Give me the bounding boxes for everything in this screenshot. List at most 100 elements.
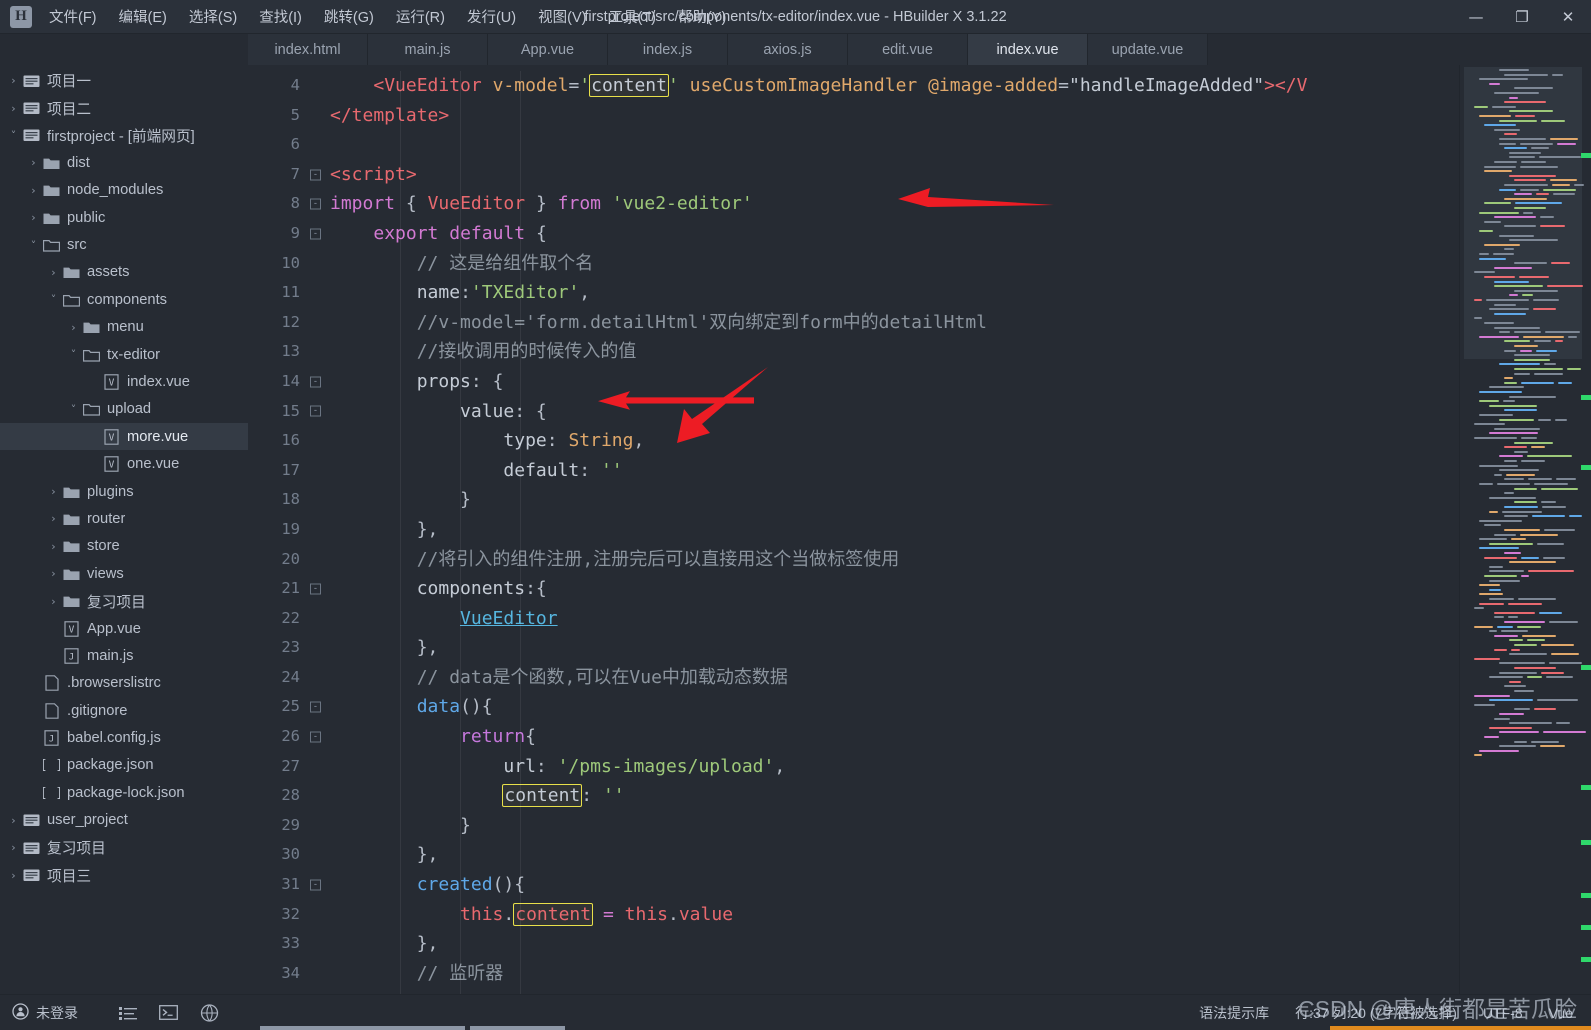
terminal-icon[interactable] (159, 1003, 178, 1022)
tree-item-.gitignore[interactable]: .gitignore (0, 697, 248, 724)
tree-item-store[interactable]: › store (0, 533, 248, 560)
chevron-right-icon[interactable]: › (6, 74, 21, 87)
tree-item-src[interactable]: ˅ src (0, 231, 248, 258)
tree-item-[interactable]: › 项目三 (0, 861, 248, 888)
chevron-right-icon[interactable]: › (46, 567, 61, 580)
code-line[interactable]: default: '' (330, 456, 1459, 486)
chevron-down-icon[interactable]: ˅ (66, 348, 81, 361)
chevron-right-icon[interactable]: › (46, 595, 61, 608)
tree-item-main.js[interactable]: Jmain.js (0, 642, 248, 669)
chevron-right-icon[interactable]: › (46, 485, 61, 498)
chevron-right-icon[interactable]: › (6, 869, 21, 882)
tab-update-vue[interactable]: update.vue (1088, 34, 1208, 65)
tree-item-[interactable]: › 复习项目 (0, 834, 248, 861)
chevron-right-icon[interactable]: › (6, 814, 21, 827)
chevron-right-icon[interactable]: › (6, 841, 21, 854)
chevron-right-icon[interactable]: › (66, 321, 81, 334)
code-line[interactable]: this.content = this.value (330, 900, 1459, 930)
project-explorer[interactable]: › 项目一 › 项目二 ˅ firstproject - [前端网页] › dist › node… (0, 65, 248, 994)
tree-item-package.json[interactable]: [ ] package.json (0, 752, 248, 779)
encoding-label[interactable]: UTF-8 (1483, 1005, 1523, 1021)
menu-goto[interactable]: 跳转(G) (313, 2, 385, 31)
code-line[interactable]: VueEditor (330, 604, 1459, 634)
login-status[interactable]: 未登录 (12, 1002, 78, 1023)
tree-item-plugins[interactable]: › plugins (0, 478, 248, 505)
chevron-right-icon[interactable]: › (26, 211, 41, 224)
chevron-right-icon[interactable]: › (6, 102, 21, 115)
code-content[interactable]: <VueEditor v-model='content' useCustomIm… (304, 65, 1459, 994)
tree-item-[interactable]: › 项目一 (0, 67, 248, 94)
code-line[interactable]: //接收调用的时候传入的值 (330, 337, 1459, 367)
chevron-right-icon[interactable]: › (46, 512, 61, 525)
code-line[interactable]: // 监听器 (330, 959, 1459, 989)
code-line[interactable]: }, (330, 929, 1459, 959)
tree-item-views[interactable]: › views (0, 560, 248, 587)
tab-index-vue[interactable]: index.vue (968, 34, 1088, 65)
code-line[interactable]: import { VueEditor } from 'vue2-editor' (330, 189, 1459, 219)
menu-select[interactable]: 选择(S) (178, 2, 248, 31)
tree-item-components[interactable]: ˅ components (0, 286, 248, 313)
code-line[interactable]: }, (330, 840, 1459, 870)
tree-item-one.vue[interactable]: Vone.vue (0, 450, 248, 477)
menu-publish[interactable]: 发行(U) (456, 2, 527, 31)
tree-item-babel.config.js[interactable]: Jbabel.config.js (0, 724, 248, 751)
menu-file[interactable]: 文件(F) (38, 2, 108, 31)
tree-item-router[interactable]: › router (0, 505, 248, 532)
tree-item-node_modules[interactable]: › node_modules (0, 177, 248, 204)
code-editor[interactable]: 4 5 6 7-8-9- 10 11 12 13 14-15- 16 17 18 19 20 21- 22 23… (248, 65, 1591, 994)
code-minimap[interactable] (1459, 65, 1591, 994)
tree-item-menu[interactable]: › menu (0, 314, 248, 341)
chevron-right-icon[interactable]: › (46, 540, 61, 553)
code-line[interactable]: content: '' (330, 781, 1459, 811)
tree-item-user_project[interactable]: › user_project (0, 807, 248, 834)
code-line[interactable]: value: { (330, 397, 1459, 427)
tree-item-.browserslistrc[interactable]: .browserslistrc (0, 670, 248, 697)
cursor-position-label[interactable]: 行:37 列:20 (7字符被选择) (1295, 1003, 1457, 1023)
outline-list-icon[interactable] (118, 1003, 137, 1022)
tree-item-dist[interactable]: › dist (0, 149, 248, 176)
code-line[interactable]: name:'TXEditor', (330, 278, 1459, 308)
code-line[interactable]: }, (330, 633, 1459, 663)
menu-edit[interactable]: 编辑(E) (108, 2, 178, 31)
menu-tools[interactable]: 工具(T) (597, 2, 667, 31)
code-line[interactable]: props: { (330, 367, 1459, 397)
browser-preview-icon[interactable] (200, 1003, 219, 1022)
tree-item-firstproject-[interactable]: ˅ firstproject - [前端网页] (0, 122, 248, 149)
tree-item-index.vue[interactable]: Vindex.vue (0, 368, 248, 395)
chevron-down-icon[interactable]: ˅ (6, 129, 21, 142)
minimize-button[interactable]: — (1453, 0, 1499, 34)
tab-edit-vue[interactable]: edit.vue (848, 34, 968, 65)
tab-main-js[interactable]: main.js (368, 34, 488, 65)
tree-item-tx-editor[interactable]: ˅ tx-editor (0, 341, 248, 368)
code-line[interactable]: url: '/pms-images/upload', (330, 752, 1459, 782)
menu-run[interactable]: 运行(R) (385, 2, 456, 31)
code-line[interactable]: </template> (330, 101, 1459, 131)
code-line[interactable]: export default { (330, 219, 1459, 249)
tree-item-more.vue[interactable]: Vmore.vue (0, 423, 248, 451)
code-line[interactable]: }, (330, 515, 1459, 545)
menu-help[interactable]: 帮助(Y) (667, 2, 737, 31)
code-line[interactable]: <script> (330, 160, 1459, 190)
chevron-down-icon[interactable]: ˅ (26, 239, 41, 252)
code-line[interactable]: // 这是给组件取个名 (330, 249, 1459, 279)
menu-find[interactable]: 查找(I) (248, 2, 313, 31)
tree-item-assets[interactable]: › assets (0, 259, 248, 286)
menu-view[interactable]: 视图(V) (527, 2, 597, 31)
chevron-right-icon[interactable]: › (46, 266, 61, 279)
language-mode-label[interactable]: Vue (1549, 1005, 1573, 1021)
code-line[interactable]: return{ (330, 722, 1459, 752)
code-line[interactable]: } (330, 485, 1459, 515)
tab-index-html[interactable]: index.html (248, 34, 368, 65)
code-line[interactable]: //将引入的组件注册,注册完后可以直接用这个当做标签使用 (330, 545, 1459, 575)
tab-index-js[interactable]: index.js (608, 34, 728, 65)
tree-item-App.vue[interactable]: V App.vue (0, 615, 248, 642)
code-line[interactable]: created(){ (330, 870, 1459, 900)
code-line[interactable] (330, 130, 1459, 160)
tree-item-upload[interactable]: ˅ upload (0, 396, 248, 423)
chevron-right-icon[interactable]: › (26, 184, 41, 197)
maximize-button[interactable]: ❐ (1499, 0, 1545, 34)
chevron-down-icon[interactable]: ˅ (66, 403, 81, 416)
code-line[interactable]: components:{ (330, 574, 1459, 604)
code-line[interactable]: // data是个函数,可以在Vue中加载动态数据 (330, 663, 1459, 693)
tree-item-package-lock.json[interactable]: [ ] package-lock.json (0, 779, 248, 806)
